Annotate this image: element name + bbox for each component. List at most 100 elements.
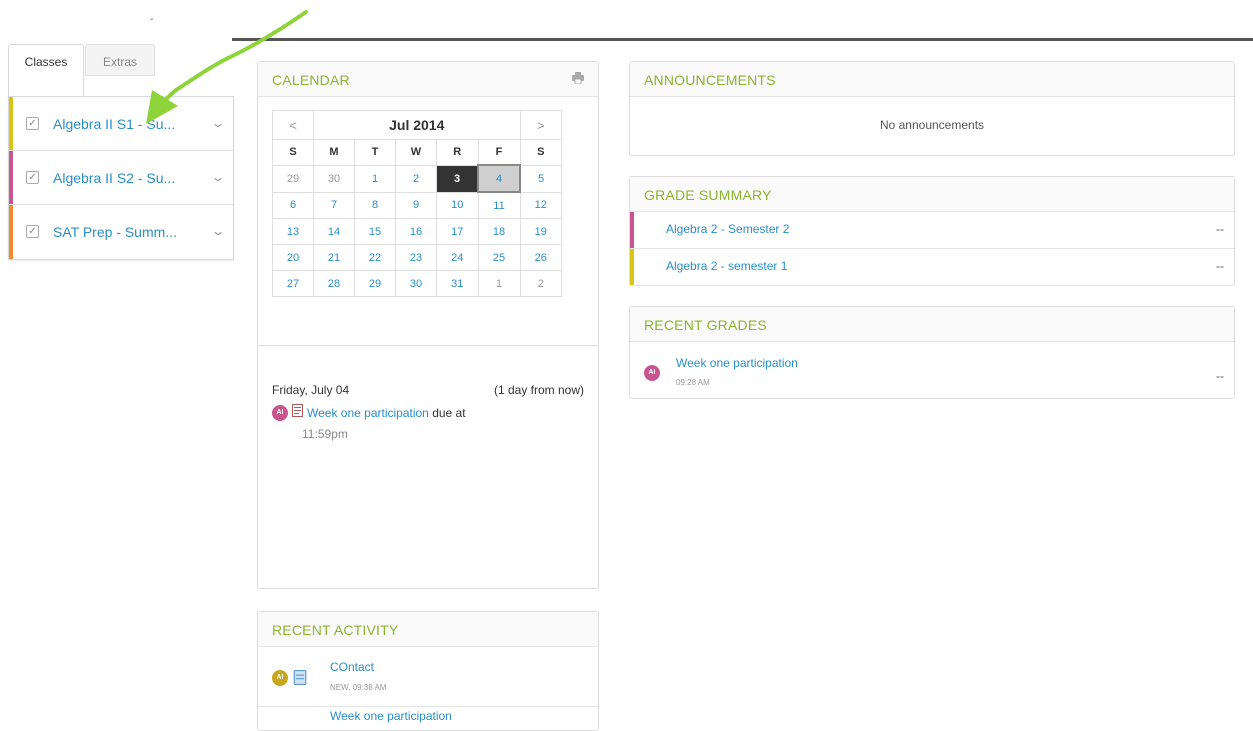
grade-summary-header: GRADE SUMMARY [630, 177, 1234, 212]
calendar-day[interactable]: 30 [395, 270, 437, 297]
weekday-label: S [272, 139, 314, 166]
calendar-day[interactable]: 12 [519, 191, 562, 219]
recent-activity-panel: RECENT ACTIVITY AI COntact NEW, 09:38 AM… [257, 611, 599, 731]
calendar-day[interactable]: 17 [436, 218, 479, 245]
top-bar: - [0, 0, 1253, 38]
activity-title[interactable]: COntact [330, 660, 374, 674]
calendar-day[interactable]: 27 [272, 270, 314, 297]
recent-grade-title[interactable]: Week one participation [676, 356, 798, 370]
calendar-day[interactable]: 19 [519, 218, 562, 245]
avatar: AI [272, 405, 288, 421]
calendar-day[interactable]: 7 [313, 191, 355, 219]
calendar-day[interactable]: 14 [313, 218, 355, 245]
tab-classes[interactable]: Classes [8, 44, 84, 96]
calendar-day[interactable]: 15 [354, 218, 396, 245]
recent-grades-panel: RECENT GRADES AI Week one participation … [629, 306, 1235, 399]
grade-summary-row[interactable]: Algebra 2 - semester 1 -- [630, 249, 1234, 286]
grade-summary-panel: GRADE SUMMARY Algebra 2 - Semester 2 -- … [629, 176, 1235, 286]
calendar-panel: CALENDAR < Jul 2014 > S M T W R F S 29 3… [257, 61, 599, 589]
calendar-day[interactable]: 1 [477, 270, 521, 297]
announcements-title: ANNOUNCEMENTS [644, 72, 776, 88]
calendar-day[interactable]: 11 [477, 191, 521, 219]
announcements-empty-text: No announcements [879, 118, 985, 132]
chevron-down-icon[interactable]: ⌄ [210, 170, 225, 184]
calendar-day[interactable]: 22 [354, 244, 396, 271]
recent-activity-header: RECENT ACTIVITY [258, 612, 598, 647]
grade-color-stripe [630, 212, 634, 248]
weekday-label: S [519, 139, 562, 166]
recent-grades-title: RECENT GRADES [644, 317, 767, 333]
recent-grade-time: 09:28 AM [676, 378, 710, 387]
top-bar-dash: - [150, 14, 154, 25]
calendar-day[interactable]: 29 [272, 164, 314, 193]
calendar-day[interactable]: 16 [395, 218, 437, 245]
class-item-algebra-ii-s1[interactable]: ✓ Algebra II S1 - Su... ⌄ [9, 97, 233, 151]
print-icon[interactable] [572, 72, 584, 84]
calendar-day[interactable]: 18 [477, 218, 521, 245]
event-item: AI Week one participation due at 11:59pm [272, 403, 586, 443]
calendar-day[interactable]: 26 [519, 244, 562, 271]
grade-value: -- [1216, 222, 1224, 236]
calendar-month-label: Jul 2014 [313, 110, 521, 140]
calendar-header: CALENDAR [258, 62, 598, 97]
class-color-stripe [9, 97, 13, 150]
class-item-sat-prep[interactable]: ✓ SAT Prep - Summ... ⌄ [9, 205, 233, 259]
calendar-day[interactable]: 10 [436, 191, 479, 219]
calendar-day[interactable]: 2 [395, 164, 437, 193]
class-item-algebra-ii-s2[interactable]: ✓ Algebra II S2 - Su... ⌄ [9, 151, 233, 205]
calendar-divider [258, 345, 598, 346]
event-relative-date: (1 day from now) [493, 383, 584, 397]
avatar: AI [272, 670, 288, 686]
calendar-day[interactable]: 13 [272, 218, 314, 245]
class-name[interactable]: Algebra II S2 - Su... [53, 170, 175, 186]
calendar-day[interactable]: 24 [436, 244, 479, 271]
calendar-day[interactable]: 30 [313, 164, 355, 193]
grade-color-stripe [630, 249, 634, 285]
chevron-down-icon[interactable]: ⌄ [210, 224, 225, 238]
assignment-icon [292, 404, 303, 417]
class-list: ✓ Algebra II S1 - Su... ⌄ ✓ Algebra II S… [8, 96, 234, 260]
calendar-day[interactable]: 6 [272, 191, 314, 219]
calendar-day[interactable]: 23 [395, 244, 437, 271]
calendar-day[interactable]: 9 [395, 191, 437, 219]
weekday-label: M [313, 139, 355, 166]
weekday-label: T [354, 139, 396, 166]
grade-summary-title: GRADE SUMMARY [644, 187, 772, 203]
event-suffix: due at [428, 406, 466, 420]
calendar-day[interactable]: 8 [354, 191, 396, 219]
calendar-day-selected[interactable]: 4 [477, 164, 521, 193]
calendar-day[interactable]: 21 [313, 244, 355, 271]
grade-course-name[interactable]: Algebra 2 - Semester 2 [666, 222, 789, 236]
tab-extras[interactable]: Extras [85, 44, 155, 76]
event-time: 11:59pm [302, 427, 348, 441]
grade-course-name[interactable]: Algebra 2 - semester 1 [666, 259, 787, 273]
calendar-day[interactable]: 20 [272, 244, 314, 271]
class-checkbox[interactable]: ✓ [26, 117, 39, 130]
recent-grade-item: AI Week one participation 09:28 AM -- [630, 351, 1234, 399]
class-checkbox[interactable]: ✓ [26, 171, 39, 184]
event-link[interactable]: Week one participation [307, 406, 429, 420]
grade-summary-row[interactable]: Algebra 2 - Semester 2 -- [630, 212, 1234, 249]
activity-item-partial[interactable]: Week one participation [330, 709, 452, 723]
calendar-day[interactable]: 28 [313, 270, 355, 297]
calendar-day-today[interactable]: 3 [436, 164, 479, 193]
activity-item: AI COntact NEW, 09:38 AM [258, 656, 598, 707]
class-name[interactable]: Algebra II S1 - Su... [53, 116, 175, 132]
calendar-day[interactable]: 31 [436, 270, 479, 297]
calendar-day[interactable]: 1 [354, 164, 396, 193]
weekday-label: F [477, 139, 521, 166]
calendar-day[interactable]: 2 [519, 270, 562, 297]
calendar-prev-button[interactable]: < [272, 110, 314, 140]
calendar-grid: < Jul 2014 > S M T W R F S 29 30 1 2 3 4… [272, 110, 562, 297]
class-checkbox[interactable]: ✓ [26, 225, 39, 238]
class-name[interactable]: SAT Prep - Summ... [53, 224, 177, 240]
calendar-day[interactable]: 29 [354, 270, 396, 297]
calendar-day[interactable]: 5 [519, 164, 562, 193]
chevron-down-icon[interactable]: ⌄ [210, 116, 225, 130]
calendar-next-button[interactable]: > [519, 110, 562, 140]
event-text: Week one participation due at [307, 406, 466, 420]
document-icon [293, 670, 307, 685]
activity-meta: NEW, 09:38 AM [330, 683, 387, 692]
calendar-day[interactable]: 25 [477, 244, 521, 271]
header-divider [232, 38, 1253, 41]
